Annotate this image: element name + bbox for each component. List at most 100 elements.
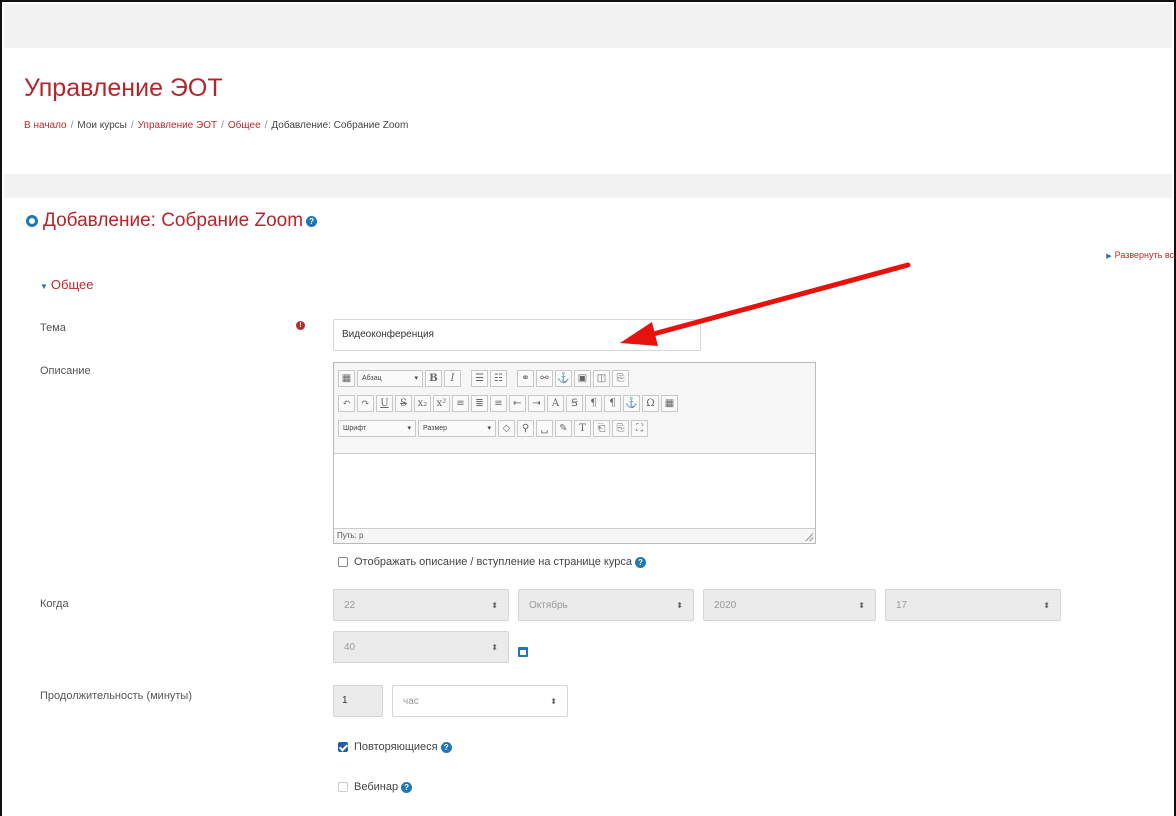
when-label: Когда (40, 598, 69, 610)
special-char-icon[interactable]: Ω (642, 394, 659, 412)
undo-icon[interactable]: ↶ (338, 394, 355, 412)
minute-select[interactable]: 40 ⬍ (333, 631, 509, 663)
recurring-checkbox[interactable] (338, 742, 348, 752)
breadcrumb: В начало / Мои курсы / Управление ЭОТ / Общее /… (24, 120, 409, 131)
show-description-option[interactable]: Отображать описание / вступление на стра… (338, 556, 646, 568)
duration-label: Продолжительность (минуты) (40, 690, 193, 702)
outdent-icon[interactable]: ⇤ (509, 394, 526, 412)
duration-unit-select[interactable]: час ⬍ (392, 685, 568, 717)
paragraph-select[interactable]: Абзац ▾ (357, 369, 423, 387)
chevron-down-icon: ▾ (414, 375, 418, 382)
size-select-label: Размер (423, 424, 448, 432)
bold-icon[interactable]: B (425, 369, 442, 387)
expand-all-label: Развернуть вс (1114, 250, 1174, 260)
recurring-option[interactable]: Повторяющиеся ? (338, 741, 452, 753)
show-description-checkbox[interactable] (338, 557, 348, 567)
text-color-icon[interactable]: A (547, 394, 564, 412)
select-arrows-icon: ⬍ (491, 642, 498, 652)
font-select-label: Шрифт (343, 424, 367, 432)
help-icon[interactable]: ? (440, 741, 452, 753)
paste-text-icon[interactable]: ⎗ (593, 419, 610, 437)
editor-content-area[interactable] (334, 453, 815, 529)
topic-input[interactable]: Видеоконференция (333, 319, 701, 351)
day-select[interactable]: 22 ⬍ (333, 589, 509, 621)
paragraph-select-label: Абзац (362, 374, 382, 382)
course-title: Управление ЭОТ (24, 74, 223, 102)
background-color-icon[interactable]: Ꞩ (566, 394, 583, 412)
editor-path: Путь: p (337, 531, 364, 540)
section-toggle-general[interactable]: ▼ Общее (40, 277, 94, 292)
chevron-down-icon: ▾ (407, 425, 411, 432)
help-icon[interactable]: ? (634, 556, 646, 568)
select-arrows-icon: ⬍ (858, 600, 865, 610)
page-title-text: Добавление: Собрание Zoom (43, 210, 304, 231)
paste-word-icon[interactable]: ⎘ (612, 419, 629, 437)
table-icon[interactable]: ▦ (661, 394, 678, 412)
page-header: Управление ЭОТ В начало / Мои курсы / Управл… (4, 48, 1172, 174)
align-center-icon[interactable]: ≣ (471, 394, 488, 412)
remove-format-icon[interactable]: T (574, 419, 591, 437)
subscript-icon[interactable]: x₂ (414, 394, 431, 412)
bullet-list-icon[interactable]: ☰ (471, 369, 488, 387)
help-icon[interactable]: ? (306, 215, 318, 227)
hour-select[interactable]: 17 ⬍ (885, 589, 1061, 621)
webinar-option[interactable]: Вебинар ? (338, 781, 413, 793)
redo-icon[interactable]: ↷ (357, 394, 374, 412)
recurring-label: Повторяющиеся (354, 741, 438, 753)
editor-toolbar-row-3: Шрифт ▾ Размер ▾ ◇ ⚲ ␣ ✎ T ⎗ ⎘ ⛶ (338, 417, 648, 439)
triangle-right-icon: ▶ (1106, 253, 1112, 260)
nonbreaking-icon[interactable]: ␣ (536, 419, 553, 437)
toolbar-toggle-icon[interactable]: ▦ (338, 369, 355, 387)
font-select[interactable]: Шрифт ▾ (338, 419, 416, 437)
search-replace-icon[interactable]: ⚲ (517, 419, 534, 437)
section-label: Общее (50, 277, 94, 292)
link-icon[interactable]: ⚭ (517, 369, 534, 387)
clean-format-icon[interactable]: ✎ (555, 419, 572, 437)
underline-icon[interactable]: U (376, 394, 393, 412)
image-icon[interactable]: ▣ (574, 369, 591, 387)
breadcrumb-course[interactable]: Управление ЭОТ (138, 120, 217, 131)
anchor-icon[interactable]: ⚓ (555, 369, 572, 387)
help-icon[interactable]: ? (401, 781, 413, 793)
fullscreen-icon[interactable]: ⛶ (631, 419, 648, 437)
description-editor: ▦ Абзац ▾ B I ☰ ☷ ⚭ ⚯ ⚓ ▣ ◫ ⎘ ↶ ↷ U S x₂ … (333, 362, 816, 544)
paste-icon[interactable]: ⎘ (612, 369, 629, 387)
webinar-checkbox[interactable] (338, 782, 348, 792)
strikethrough-icon[interactable]: S (395, 394, 412, 412)
media-icon[interactable]: ◫ (593, 369, 610, 387)
code-icon[interactable]: ◇ (498, 419, 515, 437)
ltr-icon[interactable]: ¶ (585, 394, 602, 412)
unlink-icon[interactable]: ⚯ (536, 369, 553, 387)
calendar-icon[interactable] (518, 647, 528, 657)
resize-grip-icon[interactable] (805, 533, 813, 541)
italic-icon[interactable]: I (444, 369, 461, 387)
expand-all-link[interactable]: ▶ Развернуть вс (1106, 250, 1174, 260)
breadcrumb-section[interactable]: Общее (228, 120, 261, 131)
description-label: Описание (40, 365, 91, 377)
select-arrows-icon: ⬍ (550, 696, 557, 706)
align-right-icon[interactable]: ≡ (490, 394, 507, 412)
year-value: 2020 (714, 599, 737, 611)
size-select[interactable]: Размер ▾ (418, 419, 496, 437)
duration-input[interactable]: 1 (333, 685, 383, 717)
superscript-icon[interactable]: x² (433, 394, 450, 412)
triangle-down-icon: ▼ (40, 282, 48, 291)
indent-icon[interactable]: ⇥ (528, 394, 545, 412)
required-icon: ! (296, 321, 305, 330)
align-left-icon[interactable]: ≡ (452, 394, 469, 412)
numbered-list-icon[interactable]: ☷ (490, 369, 507, 387)
anchor-insert-icon[interactable]: ⚓ (623, 394, 640, 412)
show-description-label: Отображать описание / вступление на стра… (354, 556, 632, 568)
top-navbar (4, 4, 1172, 48)
day-value: 22 (344, 599, 356, 611)
editor-toolbar-row-2: ↶ ↷ U S x₂ x² ≡ ≣ ≡ ⇤ ⇥ A Ꞩ ¶ ¶ ⚓ Ω ▦ (338, 392, 678, 414)
topic-label: Тема (40, 322, 66, 334)
month-value: Октябрь (529, 599, 568, 611)
year-select[interactable]: 2020 ⬍ (703, 589, 876, 621)
activity-icon (26, 215, 38, 227)
breadcrumb-home[interactable]: В начало (24, 120, 67, 131)
month-select[interactable]: Октябрь ⬍ (518, 589, 694, 621)
rtl-icon[interactable]: ¶ (604, 394, 621, 412)
editor-toolbar-row-1: ▦ Абзац ▾ B I ☰ ☷ ⚭ ⚯ ⚓ ▣ ◫ ⎘ (338, 367, 629, 389)
select-arrows-icon: ⬍ (1043, 600, 1050, 610)
